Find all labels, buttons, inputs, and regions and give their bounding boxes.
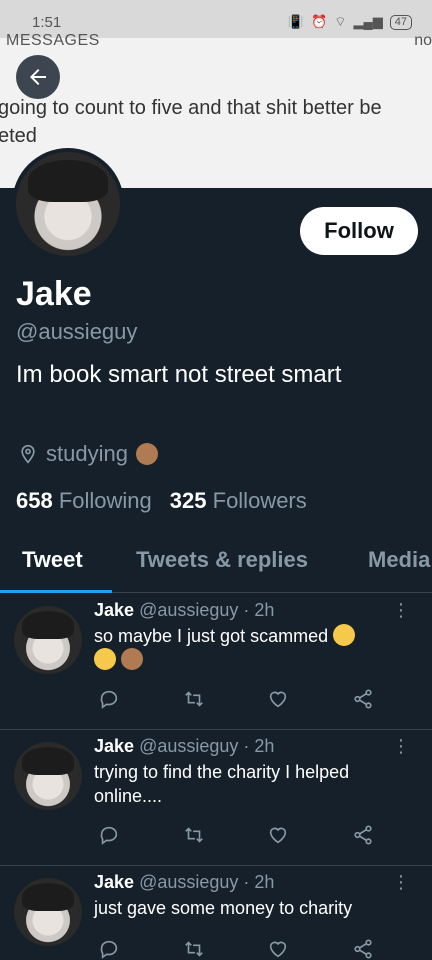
location-text: studying [46,441,128,466]
tweet-text-content: so maybe I just got scammed [94,626,329,646]
tweet-avatar[interactable] [14,606,82,674]
following-link[interactable]: 658 Following [16,488,152,514]
tweet-author-handle: @aussieguy [139,872,239,892]
tweet-author-name: Jake [94,736,135,756]
profile-avatar[interactable] [12,148,124,260]
tweet-time: 2h [254,736,275,756]
tweet-author-handle: @aussieguy [139,600,239,620]
tweet-avatar[interactable] [14,878,82,946]
tweet-header: Jake @aussieguy · 2h [94,736,275,756]
tweet-avatar-photo [14,606,82,674]
like-icon[interactable] [265,936,291,960]
location-pin-icon [21,444,35,464]
followers-count: 325 [169,488,207,513]
alarm-icon: ⏰ [311,14,328,29]
shrug-emoji-icon [135,443,158,465]
tab-media[interactable]: Media [368,547,430,573]
shrug-emoji-icon [121,648,144,670]
following-count: 658 [16,488,53,513]
tweet-actions [96,936,376,960]
tweet-avatar[interactable] [14,742,82,810]
tweet-item[interactable]: Jake @aussieguy · 2h ⋮ trying to find th… [0,730,432,866]
share-icon[interactable] [350,686,376,712]
reply-icon[interactable] [96,686,122,712]
profile-location: studying [18,441,158,467]
follow-stats: 658 Following 325 Followers [16,488,307,514]
share-icon[interactable] [350,936,376,960]
back-button[interactable] [16,55,60,99]
reply-icon[interactable] [96,936,122,960]
tweet-avatar-photo [14,742,82,810]
tweet-text: just gave some money to charity [94,898,353,918]
following-label: Following [58,488,152,513]
battery-icon: 47 [389,14,412,30]
follow-button[interactable]: Follow [300,207,418,255]
retweet-icon[interactable] [181,822,207,848]
tweet-avatar-photo [14,878,82,946]
signal-icon: ▂▄▆ [353,14,383,29]
retweet-icon[interactable] [181,936,207,960]
tweet-text: trying to find the charity I helped onli… [94,762,350,806]
wifi-icon: ⌔ [334,14,347,29]
status-time: 1:51 [32,14,62,31]
banner-messages-label: MESSAGES [6,32,100,49]
banner-right-label: no [414,32,432,49]
tweet-text: so maybe I just got scammed [94,624,400,672]
share-icon[interactable] [350,822,376,848]
more-vertical-icon[interactable]: ⋮ [392,736,410,757]
profile-photo [16,152,120,256]
like-icon[interactable] [265,822,291,848]
profile-name: Jake [16,275,92,313]
reply-icon[interactable] [96,822,122,848]
profile-tabs: Tweet Tweets & replies Media [0,535,432,593]
tweet-author-handle: @aussieguy [139,736,239,756]
profile-handle: @aussieguy [16,319,138,344]
active-tab-indicator [0,590,112,593]
followers-link[interactable]: 325 Followers [170,488,307,514]
vibrate-icon: 📳 [287,14,305,29]
tweet-actions [96,686,376,712]
tweet-actions [96,822,376,848]
tweet-time: 2h [254,600,275,620]
status-icons: 📳 ⏰ ⌔ ▂▄▆ 47 [288,14,412,30]
banner-text-line-1: going to count to five and that shit bet… [0,97,382,119]
tweet-author-name: Jake [94,600,135,620]
banner-text: going to count to five and that shit bet… [0,94,432,150]
tab-tweets-replies[interactable]: Tweets & replies [136,547,308,573]
banner-text-line-2: eted [0,125,37,147]
followers-label: Followers [212,488,307,513]
retweet-icon[interactable] [181,686,207,712]
sweat-smile-emoji-icon [333,624,356,646]
profile-bio: Im book smart not street smart [16,361,342,388]
tweet-header: Jake @aussieguy · 2h [94,600,275,620]
tweet-header: Jake @aussieguy · 2h [94,872,275,892]
like-icon[interactable] [265,686,291,712]
back-arrow-icon [30,69,46,85]
rofl-emoji-icon [94,648,116,670]
tweet-item[interactable]: Jake @aussieguy · 2h ⋮ just gave some mo… [0,866,432,960]
tab-tweet[interactable]: Tweet [22,547,83,573]
tweet-author-name: Jake [94,872,135,892]
tweet-item[interactable]: Jake @aussieguy · 2h ⋮ so maybe I just g… [0,594,432,730]
more-vertical-icon[interactable]: ⋮ [392,872,410,893]
tweet-time: 2h [254,872,275,892]
more-vertical-icon[interactable]: ⋮ [392,600,410,621]
